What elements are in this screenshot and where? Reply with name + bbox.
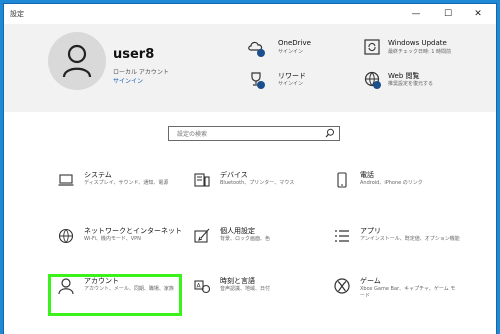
tile-phone[interactable]: 電話 Android、iPhone のリンク xyxy=(334,170,464,202)
status-dot xyxy=(257,49,265,57)
tile-gaming[interactable]: ゲーム Xbox Game Bar、キャプチャ、ゲーム モード xyxy=(334,276,464,308)
tile-description: 音声認識、地域、日付 xyxy=(220,286,271,292)
tile-network[interactable]: ネットワークとインターネット Wi-Fi、機内モード、VPN xyxy=(58,226,188,258)
tile-description: Android、iPhone のリンク xyxy=(360,180,423,186)
search-placeholder: 設定の検索 xyxy=(177,131,208,138)
tile-personalization[interactable]: 個人用設定 背景、ロック画面、色 xyxy=(194,226,324,258)
title-bar: 設定 — ☐ ✕ xyxy=(4,4,496,24)
header-item-subtitle: 推奨設定を復元する xyxy=(388,81,434,87)
tile-time-language[interactable]: A 時刻と言語 音声認識、地域、日付 xyxy=(194,276,324,308)
tile-title: 時刻と言語 xyxy=(220,277,255,285)
minimize-button[interactable]: — xyxy=(404,7,428,21)
maximize-button[interactable]: ☐ xyxy=(436,7,460,21)
update-icon xyxy=(364,39,380,55)
tile-description: 背景、ロック画面、色 xyxy=(220,236,271,242)
header-item-subtitle: 最終チェック日時: 1 時間前 xyxy=(388,49,452,55)
time-language-icon: A xyxy=(194,280,210,294)
signin-link[interactable]: サインイン xyxy=(113,76,143,85)
tile-apps[interactable]: アプリ アンインストール、既定値、オプション機能 xyxy=(334,226,464,258)
search-box[interactable]: 設定の検索 xyxy=(168,126,340,141)
account-header: user8 ローカル アカウント サインイン OneDrive サインイン Wi… xyxy=(4,24,496,112)
tile-title: ゲーム xyxy=(360,277,381,285)
status-dot xyxy=(257,81,265,89)
tile-title: 電話 xyxy=(360,171,374,179)
globe-icon xyxy=(58,228,74,244)
tile-title: アプリ xyxy=(360,227,381,235)
tile-title: デバイス xyxy=(220,171,248,179)
apps-list-icon xyxy=(335,230,349,242)
tile-description: Bluetooth、プリンター、マウス xyxy=(220,180,295,186)
close-button[interactable]: ✕ xyxy=(466,7,490,21)
phone-icon xyxy=(337,172,347,188)
user-name: user8 xyxy=(113,47,155,62)
tile-description: Wi-Fi、機内モード、VPN xyxy=(84,236,141,242)
header-item-subtitle: サインイン xyxy=(278,49,304,55)
header-item-title: Windows Update xyxy=(388,39,447,47)
brush-icon xyxy=(194,228,210,243)
header-item-onedrive[interactable]: OneDrive サインイン xyxy=(248,39,358,59)
avatar xyxy=(48,32,106,90)
window-title: 設定 xyxy=(10,10,24,18)
header-item-windows-update[interactable]: Windows Update 最終チェック日時: 1 時間前 xyxy=(364,39,492,59)
person-icon xyxy=(62,44,92,78)
tile-description: ディスプレイ、サウンド、通知、電源 xyxy=(84,180,169,186)
header-item-title: OneDrive xyxy=(278,39,311,47)
accounts-highlight-box xyxy=(48,274,182,316)
tile-system[interactable]: システム ディスプレイ、サウンド、通知、電源 xyxy=(58,170,188,202)
laptop-icon xyxy=(58,174,74,186)
xbox-icon xyxy=(334,278,350,294)
header-item-subtitle: サインイン xyxy=(278,81,304,87)
tile-title: 個人用設定 xyxy=(220,227,255,235)
tile-description: Xbox Game Bar、キャプチャ、ゲーム モード xyxy=(360,286,456,299)
tile-devices[interactable]: デバイス Bluetooth、プリンター、マウス xyxy=(194,170,324,202)
search-icon xyxy=(325,128,334,138)
tile-description: アンインストール、既定値、オプション機能 xyxy=(360,236,460,242)
tile-title: システム xyxy=(84,171,112,179)
tile-title: ネットワークとインターネット xyxy=(84,227,182,235)
status-dot xyxy=(373,81,381,89)
account-type: ローカル アカウント xyxy=(113,69,169,76)
header-item-rewards[interactable]: リワード サインイン xyxy=(248,71,358,91)
header-item-web-browsing[interactable]: Web 閲覧 推奨設定を復元する xyxy=(364,71,492,91)
keyboard-icon xyxy=(194,173,210,187)
settings-window: 設定 — ☐ ✕ user8 ローカル アカウント サインイン OneDrive… xyxy=(4,4,496,334)
